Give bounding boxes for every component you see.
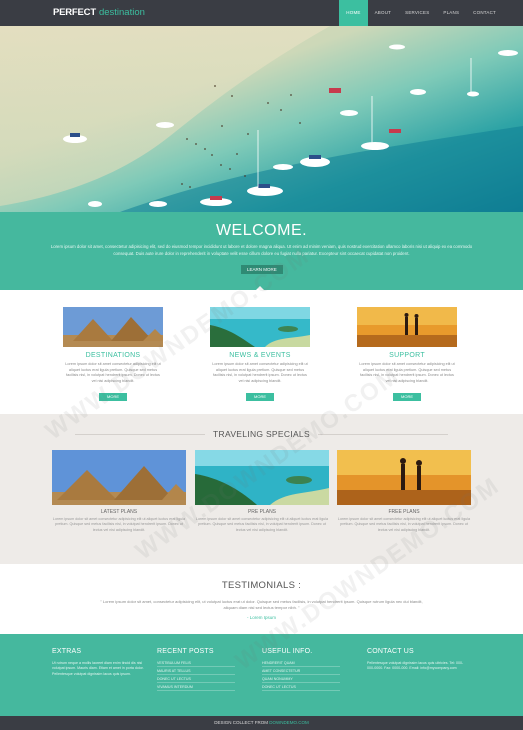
testimonial-quote: " Lorem ipsum dolor sit amet, consectetu…	[100, 599, 423, 610]
service-title: SUPPORT	[389, 352, 425, 359]
service-card-destinations: DESTINATIONS Lorem ipsum dolor sit amet …	[63, 307, 163, 403]
main-menu: HOME ABOUT SERVICES PLANS CONTACT	[339, 0, 503, 26]
sunset-couple-image	[357, 307, 457, 347]
learn-more-button[interactable]: LEARN MORE	[241, 265, 283, 274]
footer-recent-posts: RECENT POSTS VESTIBULUM FELIS MAURIS AT …	[157, 648, 257, 691]
footer-link[interactable]: VIVAMUS INTERDUM	[157, 683, 235, 691]
plan-card-pre[interactable]: PRE PLANS Lorem ipsum dolor sit amet con…	[195, 450, 329, 533]
plan-title: PRE PLANS	[247, 509, 277, 515]
footer-link[interactable]: DONEC UT LECTUS	[157, 675, 235, 683]
welcome-text: Lorem ipsum dolor sit amet, consectetur …	[50, 244, 473, 256]
footer-useful-info: USEFUL INFO. HENDRERIT QUAM AMET CONSECT…	[262, 648, 362, 691]
plan-title: FREE PLANS	[388, 509, 420, 515]
specials-title: TRAVELING SPECIALS	[0, 429, 523, 439]
plan-card-latest[interactable]: LATEST PLANS Lorem ipsum dolor sit amet …	[52, 450, 186, 533]
services-section: DESTINATIONS Lorem ipsum dolor sit amet …	[0, 290, 523, 414]
testimonials-section: TESTIMONIALS : " Lorem ipsum dolor sit a…	[0, 564, 523, 634]
plan-text: Lorem ipsum dolor sit amet consectetur a…	[52, 517, 186, 532]
welcome-section: WELCOME. Lorem ipsum dolor sit amet, con…	[0, 212, 523, 290]
logo-bold-text: PERFECT	[53, 7, 96, 18]
beach-image	[195, 450, 329, 505]
site-logo[interactable]: PERFECT destination	[53, 7, 145, 19]
hero-beach-boats-illustration	[0, 26, 523, 212]
copyright-link[interactable]: DOWNDEMO.COM	[269, 720, 309, 725]
beach-image	[210, 307, 310, 347]
footer-contact: CONTACT US Pellentesque volutpat digniss…	[367, 648, 467, 672]
welcome-title: WELCOME.	[215, 222, 308, 239]
sunset-couple-image	[337, 450, 471, 505]
nav-about[interactable]: ABOUT	[368, 0, 399, 26]
footer-heading: USEFUL INFO.	[262, 648, 313, 655]
testimonials-title: TESTIMONIALS :	[0, 580, 523, 591]
more-button[interactable]: MORE	[99, 393, 127, 401]
plan-text: Lorem ipsum dolor sit amet consectetur a…	[195, 517, 329, 532]
footer-heading: CONTACT US	[367, 648, 414, 655]
pyramids-image	[63, 307, 163, 347]
plan-text: Lorem ipsum dolor sit amet consectetur a…	[337, 517, 471, 532]
nav-plans[interactable]: PLANS	[436, 0, 466, 26]
footer-extras: EXTRAS Ut rutrum neque a mollis laoreet …	[52, 648, 152, 677]
nav-services[interactable]: SERVICES	[398, 0, 436, 26]
footer-heading: EXTRAS	[52, 648, 82, 655]
plan-title: LATEST PLANS	[100, 509, 138, 515]
footer-link[interactable]: AMET CONSECTETUR	[262, 667, 340, 675]
hero-banner-image	[0, 26, 523, 212]
copyright-text: DESIGN COLLECT FROM	[214, 720, 268, 725]
traveling-specials-section: TRAVELING SPECIALS LATEST PLANS Lorem ip…	[0, 414, 523, 564]
service-title: NEWS & EVENTS	[229, 352, 291, 359]
footer-link[interactable]: HENDRERIT QUAM	[262, 659, 340, 667]
service-card-news-events: NEWS & EVENTS Lorem ipsum dolor sit amet…	[210, 307, 310, 403]
footer-text: Pellentesque volutpat dignissim lacus qu…	[367, 661, 464, 671]
plan-card-free[interactable]: FREE PLANS Lorem ipsum dolor sit amet co…	[337, 450, 471, 533]
service-text: Lorem ipsum dolor sit amet consectetur a…	[212, 362, 308, 383]
footer-link[interactable]: QUAM NONUMMY	[262, 675, 340, 683]
service-text: Lorem ipsum dolor sit amet consectetur a…	[65, 362, 161, 383]
testimonial-author: - Lorem Ipsum	[246, 615, 276, 620]
pyramids-image	[52, 450, 186, 505]
nav-home[interactable]: HOME	[339, 0, 368, 26]
footer-link[interactable]: VESTIBULUM FELIS	[157, 659, 235, 667]
service-title: DESTINATIONS	[85, 352, 141, 359]
copyright-bar: DESIGN COLLECT FROM DOWNDEMO.COM	[0, 716, 523, 730]
footer-heading: RECENT POSTS	[157, 648, 214, 655]
footer-link[interactable]: DONEC UT LECTUS	[262, 683, 340, 691]
nav-contact[interactable]: CONTACT	[466, 0, 503, 26]
footer: EXTRAS Ut rutrum neque a mollis laoreet …	[0, 634, 523, 716]
service-card-support: SUPPORT Lorem ipsum dolor sit amet conse…	[357, 307, 457, 403]
more-button[interactable]: MORE	[393, 393, 421, 401]
top-navbar: PERFECT destination HOME ABOUT SERVICES P…	[0, 0, 523, 26]
logo-light-text: destination	[98, 7, 145, 18]
more-button[interactable]: MORE	[246, 393, 274, 401]
footer-link[interactable]: MAURIS AT TELLUS	[157, 667, 235, 675]
service-text: Lorem ipsum dolor sit amet consectetur a…	[359, 362, 455, 383]
footer-text: Ut rutrum neque a mollis laoreet diam en…	[52, 661, 144, 676]
